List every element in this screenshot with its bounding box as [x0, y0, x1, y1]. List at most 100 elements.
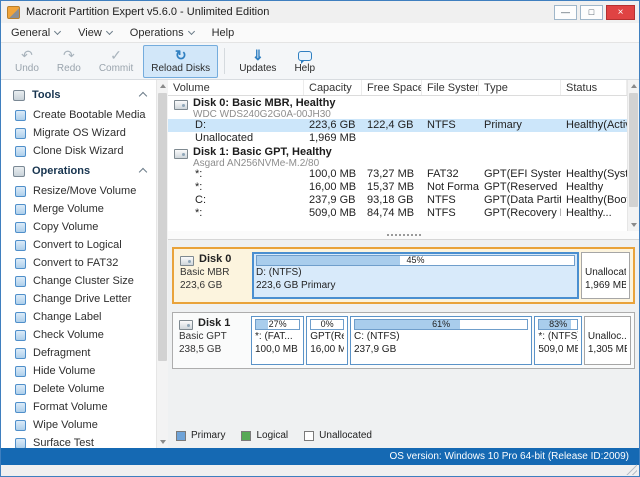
sidebar-item-convert-to-fat32[interactable]: Convert to FAT32	[1, 254, 156, 272]
window-controls: — □ ×	[554, 5, 635, 20]
legend: Primary Logical Unallocated	[172, 428, 635, 445]
partition-size: 16,00 MB	[310, 344, 344, 356]
sidebar-item-change-drive-letter[interactable]: Change Drive Letter	[1, 290, 156, 308]
sidebar-item-delete-volume[interactable]: Delete Volume	[1, 380, 156, 398]
menu-general[interactable]: General	[11, 27, 60, 39]
volume-row-d[interactable]: D: 223,6 GB 122,4 GB NTFS Primary Health…	[168, 119, 627, 132]
scrollbar-track[interactable]	[628, 92, 639, 219]
partition-reserved[interactable]: 0% GPT(Re... 16,00 MB	[306, 316, 348, 365]
resize-grip[interactable]	[626, 464, 637, 475]
sidebar-item-change-cluster-size[interactable]: Change Cluster Size	[1, 272, 156, 290]
partition-unallocated-disk1[interactable]: Unalloc... 1,305 MB	[584, 316, 631, 365]
scroll-up-arrow[interactable]	[157, 80, 168, 92]
sidebar-item-resize-move-volume[interactable]: Resize/Move Volume	[1, 182, 156, 200]
cell-volume: C:	[168, 194, 304, 207]
partition-c-ntfs[interactable]: 61% C: (NTFS) 237,9 GB	[350, 316, 532, 365]
disk-group-row-disk0[interactable]: Disk 0: Basic MBR, Healthy WDC WDS240G2G…	[168, 96, 627, 119]
bottom-strip	[1, 465, 639, 476]
sidebar-scrollbar[interactable]	[156, 80, 168, 448]
sidebar-item-check-volume[interactable]: Check Volume	[1, 326, 156, 344]
legend-label: Primary	[191, 430, 225, 441]
scroll-down-arrow[interactable]	[157, 436, 168, 448]
column-header-free-space[interactable]: Free Space	[362, 80, 422, 95]
volume-row-recovery[interactable]: *: 509,0 MB 84,74 MB NTFS GPT(Recovery P…	[168, 207, 627, 220]
column-header-status[interactable]: Status	[561, 80, 627, 95]
updates-button[interactable]: ⇓ Updates	[231, 45, 284, 78]
partition-recovery[interactable]: 83% *: (NTFS) 509,0 MB	[534, 316, 582, 365]
sidebar-item-label: Convert to FAT32	[33, 257, 118, 269]
help-button[interactable]: Help	[286, 45, 323, 78]
column-header-file-system[interactable]: File System	[422, 80, 479, 95]
menu-label: General	[11, 27, 50, 39]
scrollbar-thumb[interactable]	[629, 93, 638, 207]
volume-row-reserved[interactable]: *: 16,00 MB 15,37 MB Not Forma... GPT(Re…	[168, 181, 627, 194]
triangle-up-icon	[631, 84, 637, 88]
disk1-panel[interactable]: Disk 1 Basic GPT 238,5 GB 27% *: (FAT...…	[172, 312, 635, 369]
sidebar-item-create-bootable-media[interactable]: Create Bootable Media	[1, 106, 156, 124]
sidebar-section-operations[interactable]: Operations	[1, 160, 156, 182]
menu-help[interactable]: Help	[212, 27, 235, 39]
commit-icon: ✓	[110, 48, 122, 63]
maximize-button[interactable]: □	[580, 5, 603, 20]
panel-splitter[interactable]	[168, 231, 639, 239]
wipe-volume-icon	[15, 420, 26, 431]
scrollbar-track[interactable]	[157, 92, 168, 436]
partition-label: GPT(Re...	[310, 331, 344, 343]
format-volume-icon	[15, 402, 26, 413]
disk-scheme: Basic GPT	[179, 330, 245, 343]
change-cluster-size-icon	[15, 276, 26, 287]
window-body: Tools Create Bootable Media Migrate OS W…	[1, 80, 639, 448]
column-header-type[interactable]: Type	[479, 80, 561, 95]
app-icon	[7, 6, 20, 19]
cell-free-space: 84,74 MB	[362, 207, 422, 220]
column-header-capacity[interactable]: Capacity	[304, 80, 362, 95]
sidebar-item-merge-volume[interactable]: Merge Volume	[1, 200, 156, 218]
sidebar-item-change-label[interactable]: Change Label	[1, 308, 156, 326]
surface-test-icon	[15, 438, 26, 449]
disk-group-title: Disk 0: Basic MBR, Healthy	[193, 98, 335, 109]
sidebar-item-convert-to-logical[interactable]: Convert to Logical	[1, 236, 156, 254]
sidebar-item-clone-disk-wizard[interactable]: Clone Disk Wizard	[1, 142, 156, 160]
sidebar-item-format-volume[interactable]: Format Volume	[1, 398, 156, 416]
menu-operations[interactable]: Operations	[130, 27, 194, 39]
partition-label: *: (NTFS)	[538, 331, 578, 343]
disk-group-row-disk1[interactable]: Disk 1: Basic GPT, Healthy Asgard AN256N…	[168, 145, 627, 168]
usage-percent: 0%	[321, 319, 334, 329]
cell-file-system: NTFS	[422, 194, 479, 207]
redo-button[interactable]: ↷ Redo	[49, 45, 89, 78]
sidebar-item-copy-volume[interactable]: Copy Volume	[1, 218, 156, 236]
disk0-panel[interactable]: Disk 0 Basic MBR 223,6 GB 45% D: (NTFS) …	[172, 247, 635, 304]
scroll-up-arrow[interactable]	[628, 80, 639, 92]
migrate-os-wizard-icon	[15, 128, 26, 139]
undo-button[interactable]: ↶ Undo	[7, 45, 47, 78]
disk-group-title: Disk 1: Basic GPT, Healthy	[193, 147, 332, 158]
scrollbar-thumb[interactable]	[158, 93, 167, 361]
scroll-down-arrow[interactable]	[628, 219, 639, 231]
sidebar-item-surface-test[interactable]: Surface Test	[1, 434, 156, 448]
cell-file-system: FAT32	[422, 168, 479, 181]
column-header-volume[interactable]: Volume	[168, 80, 304, 95]
cell-capacity: 16,00 MB	[304, 181, 362, 194]
partition-d-ntfs[interactable]: 45% D: (NTFS) 223,6 GB Primary	[252, 252, 579, 299]
usage-bar-fill	[256, 320, 268, 329]
commit-button[interactable]: ✓ Commit	[91, 45, 141, 78]
partition-unallocated-disk0[interactable]: Unallocat... 1,969 MB	[581, 252, 630, 299]
partition-efi[interactable]: 27% *: (FAT... 100,0 MB	[251, 316, 304, 365]
sidebar-item-wipe-volume[interactable]: Wipe Volume	[1, 416, 156, 434]
sidebar-section-tools[interactable]: Tools	[1, 84, 156, 106]
sidebar-item-migrate-os-wizard[interactable]: Migrate OS Wizard	[1, 124, 156, 142]
minimize-button[interactable]: —	[554, 5, 577, 20]
table-scrollbar[interactable]	[627, 80, 639, 231]
change-drive-letter-icon	[15, 294, 26, 305]
close-button[interactable]: ×	[606, 5, 635, 20]
menu-view[interactable]: View	[78, 27, 112, 39]
sidebar-item-hide-volume[interactable]: Hide Volume	[1, 362, 156, 380]
partition-size: 100,0 MB	[255, 344, 300, 356]
sidebar-item-defragment[interactable]: Defragment	[1, 344, 156, 362]
reload-disks-button[interactable]: ↻ Reload Disks	[143, 45, 218, 78]
volume-table: Volume Capacity Free Space File System T…	[168, 80, 627, 231]
volume-row-unallocated-disk0[interactable]: Unallocated 1,969 MB	[168, 132, 627, 145]
volume-row-c[interactable]: C: 237,9 GB 93,18 GB NTFS GPT(Data Parti…	[168, 194, 627, 207]
volume-row-efi[interactable]: *: 100,0 MB 73,27 MB FAT32 GPT(EFI Syste…	[168, 168, 627, 181]
usage-bar: 27%	[255, 319, 300, 330]
